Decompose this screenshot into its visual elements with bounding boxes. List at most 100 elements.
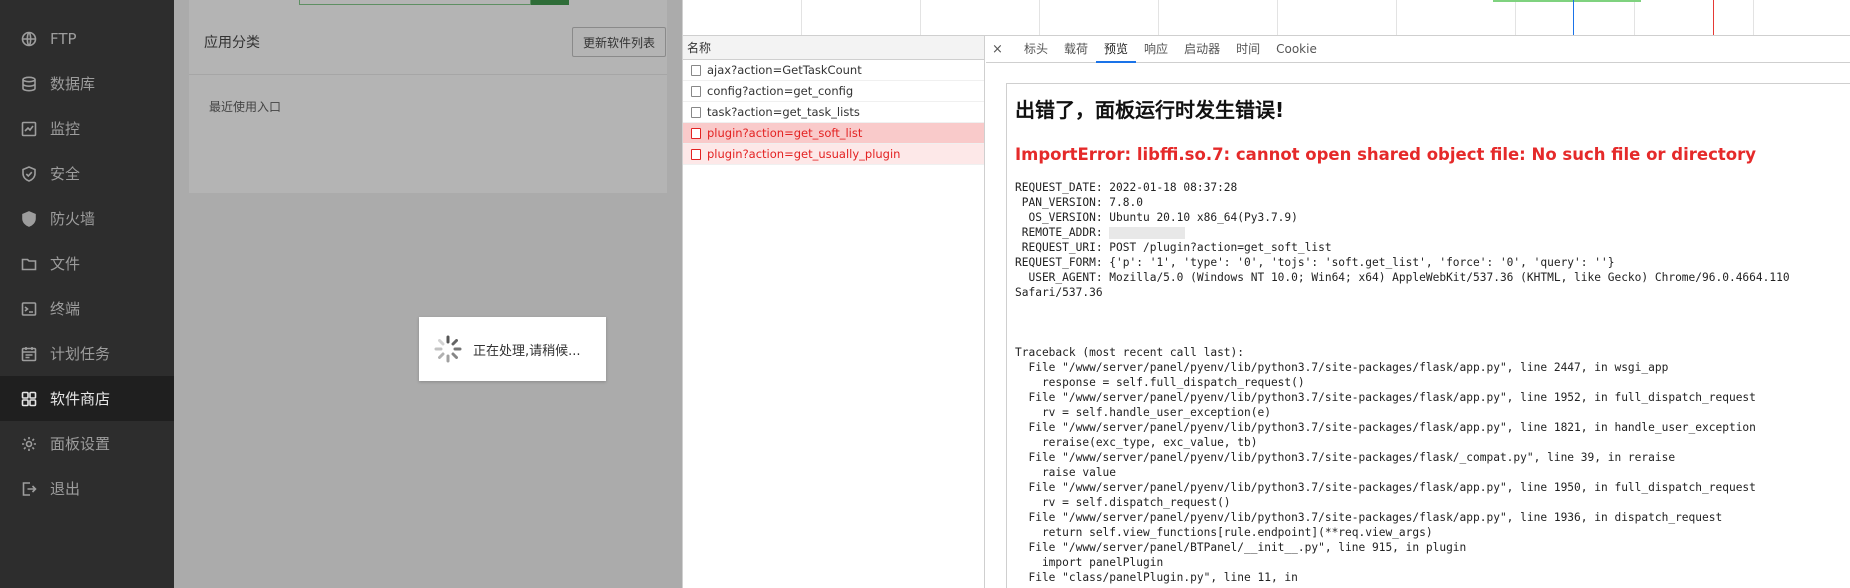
tab-preview[interactable]: 预览	[1096, 36, 1137, 63]
sidebar-item-panel-settings[interactable]: 面板设置	[0, 421, 174, 466]
sidebar-item-label: 面板设置	[50, 435, 111, 453]
sidebar-item-label: 数据库	[50, 75, 96, 93]
request-info: REQUEST_DATE: 2022-01-18 08:37:28 PAN_VE…	[1015, 180, 1850, 300]
request-list: 名称 ajax?action=GetTaskCount config?actio…	[683, 36, 985, 588]
sidebar-item-database[interactable]: 数据库	[0, 61, 174, 106]
monitor-icon	[20, 120, 38, 138]
timeline-gridline	[1277, 0, 1278, 35]
timeline-gridline	[801, 0, 802, 35]
globe-icon	[20, 30, 38, 48]
sidebar: FTP 数据库 监控 安全 防火墙 文件 终端 计划任务 软件商店 面板设置 退…	[0, 0, 174, 588]
timeline-gridline	[1396, 0, 1397, 35]
timeline-gridline	[1753, 0, 1754, 35]
load-marker	[1713, 0, 1714, 35]
loading-message: 正在处理,请稍候...	[473, 343, 581, 359]
sidebar-item-terminal[interactable]: 终端	[0, 286, 174, 331]
request-date: REQUEST_DATE: 2022-01-18 08:37:28	[1015, 181, 1238, 194]
request-name: config?action=get_config	[707, 84, 854, 98]
sidebar-item-firewall[interactable]: 防火墙	[0, 196, 174, 241]
sidebar-item-label: 监控	[50, 120, 81, 138]
error-message: ImportError: libffi.so.7: cannot open sh…	[1015, 145, 1756, 164]
dom-content-loaded-marker	[1573, 0, 1574, 35]
sidebar-item-label: 软件商店	[50, 390, 111, 408]
grid-icon	[20, 390, 38, 408]
timeline-gridline	[1634, 0, 1635, 35]
request-name: plugin?action=get_soft_list	[707, 126, 863, 140]
user-agent: USER_AGENT: Mozilla/5.0 (Windows NT 10.0…	[1015, 271, 1790, 284]
request-uri: REQUEST_URI: POST /plugin?action=get_sof…	[1015, 241, 1332, 254]
sidebar-item-label: FTP	[50, 29, 77, 48]
sidebar-item-ftp[interactable]: FTP	[0, 16, 174, 61]
request-name: task?action=get_task_lists	[707, 105, 860, 119]
spinner-icon	[434, 335, 462, 363]
timeline-gridline	[1515, 0, 1516, 35]
shield-icon	[20, 165, 38, 183]
close-icon[interactable]: ×	[992, 42, 1008, 57]
terminal-icon	[20, 300, 38, 318]
request-row[interactable]: task?action=get_task_lists	[683, 102, 984, 123]
tab-initiator[interactable]: 启动器	[1176, 36, 1228, 63]
sidebar-item-label: 文件	[50, 255, 81, 273]
timeline-gridline	[1158, 0, 1159, 35]
search-input[interactable]	[299, 0, 531, 5]
redacted-value	[1109, 227, 1186, 239]
detail-tabs: × 标头 载荷 预览 响应 启动器 时间 Cookie	[986, 36, 1850, 63]
user-agent-continued: Safari/537.36	[1015, 286, 1103, 299]
tab-response[interactable]: 响应	[1136, 36, 1176, 63]
request-name: ajax?action=GetTaskCount	[707, 63, 862, 77]
firewall-icon	[20, 210, 38, 228]
error-heading: 出错了，面板运行时发生错误!	[1015, 98, 1285, 122]
folder-icon	[20, 255, 38, 273]
request-row[interactable]: config?action=get_config	[683, 81, 984, 102]
tab-timing[interactable]: 时间	[1228, 36, 1268, 63]
document-icon	[691, 106, 701, 118]
pan-version: PAN_VERSION: 7.8.0	[1015, 196, 1143, 209]
category-title: 应用分类	[204, 35, 260, 51]
request-form: REQUEST_FORM: {'p': '1', 'type': '0', 't…	[1015, 256, 1615, 269]
software-store-card: 应用分类 更新软件列表 最近使用入口	[189, 0, 667, 193]
tab-payload[interactable]: 载荷	[1056, 36, 1096, 63]
sidebar-item-logout[interactable]: 退出	[0, 466, 174, 511]
calendar-icon	[20, 345, 38, 363]
network-overview-timeline[interactable]	[683, 0, 1850, 36]
sidebar-item-label: 退出	[50, 480, 81, 498]
divider	[189, 74, 667, 75]
timeline-gridline	[920, 0, 921, 35]
sidebar-item-software-store[interactable]: 软件商店	[0, 376, 174, 421]
tab-headers[interactable]: 标头	[1016, 36, 1056, 63]
sidebar-item-label: 终端	[50, 300, 81, 318]
os-version: OS_VERSION: Ubuntu 20.10 x86_64(Py3.7.9)	[1015, 211, 1298, 224]
screen: FTP 数据库 监控 安全 防火墙 文件 终端 计划任务 软件商店 面板设置 退…	[0, 0, 1850, 588]
loading-dialog: 正在处理,请稍候...	[419, 317, 606, 381]
sidebar-item-label: 防火墙	[50, 210, 96, 228]
sidebar-item-files[interactable]: 文件	[0, 241, 174, 286]
timeline-bar	[1493, 0, 1641, 2]
document-icon	[691, 148, 701, 160]
request-list-header[interactable]: 名称	[683, 36, 984, 60]
logout-icon	[20, 480, 38, 498]
sidebar-item-cron[interactable]: 计划任务	[0, 331, 174, 376]
timeline-gridline	[1039, 0, 1040, 35]
sidebar-item-monitor[interactable]: 监控	[0, 106, 174, 151]
request-name: plugin?action=get_usually_plugin	[707, 147, 901, 161]
refresh-software-list-button[interactable]: 更新软件列表	[572, 27, 666, 57]
search-button[interactable]	[531, 0, 569, 5]
request-row-selected[interactable]: plugin?action=get_soft_list	[683, 123, 984, 144]
recent-entries-label: 最近使用入口	[209, 100, 282, 114]
gear-icon	[20, 435, 38, 453]
remote-addr: REMOTE_ADDR:	[1015, 226, 1110, 239]
response-preview: 出错了，面板运行时发生错误! ImportError: libffi.so.7:…	[1006, 83, 1850, 588]
document-icon	[691, 85, 701, 97]
remote-addr-row: REMOTE_ADDR:	[1015, 225, 1850, 240]
sidebar-item-label: 安全	[50, 165, 81, 183]
document-icon	[691, 127, 701, 139]
request-row[interactable]: ajax?action=GetTaskCount	[683, 60, 984, 81]
main-content: 应用分类 更新软件列表 最近使用入口 正在处理,请稍候...	[174, 0, 682, 588]
request-row[interactable]: plugin?action=get_usually_plugin	[683, 144, 984, 165]
document-icon	[691, 64, 701, 76]
request-detail: × 标头 载荷 预览 响应 启动器 时间 Cookie 出错了，面板运行时发生错…	[986, 36, 1850, 588]
database-icon	[20, 75, 38, 93]
tab-cookies[interactable]: Cookie	[1268, 36, 1325, 63]
devtools-panel: 名称 ajax?action=GetTaskCount config?actio…	[683, 0, 1850, 588]
sidebar-item-security[interactable]: 安全	[0, 151, 174, 196]
